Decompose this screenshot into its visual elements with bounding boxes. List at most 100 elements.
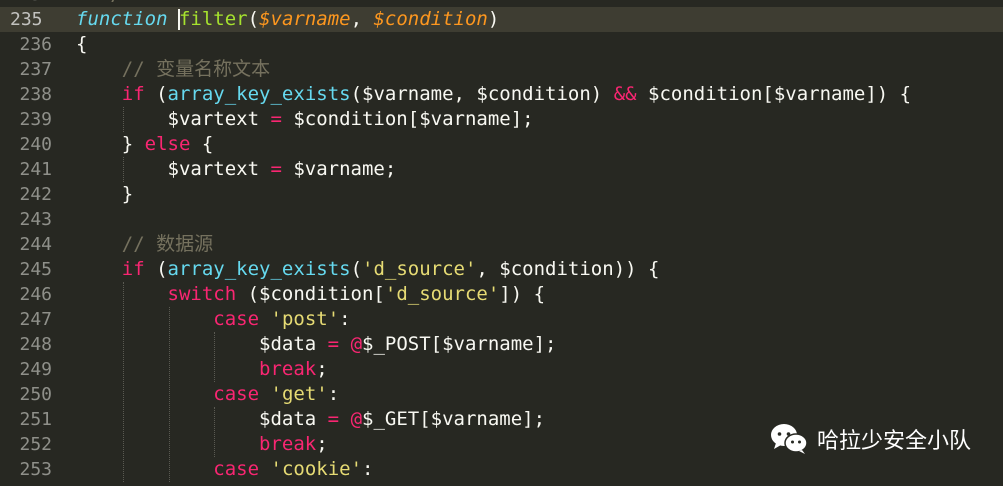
line-number: 239: [19, 109, 52, 130]
code-token: 'd_source': [362, 258, 477, 280]
code-token: &&: [613, 83, 637, 105]
line-number: 235: [0, 7, 58, 32]
code-line[interactable]: case 'cookie':: [76, 457, 373, 482]
line-number: 245: [19, 259, 52, 280]
code-token: case: [213, 458, 260, 480]
line-number: 252: [19, 434, 52, 455]
code-token: $condition[$varname];: [281, 108, 534, 130]
code-token: 'get': [270, 383, 328, 405]
line-number: 248: [19, 334, 52, 355]
code-token: // 变量名称文本: [76, 58, 271, 80]
code-token: $data: [76, 333, 328, 355]
code-token: ,: [350, 8, 374, 30]
code-line[interactable]: case 'get':: [76, 382, 339, 407]
code-line[interactable]: function filter($varname, $condition): [76, 7, 499, 32]
code-line[interactable]: if (array_key_exists('d_source', $condit…: [76, 257, 660, 282]
code-line[interactable]: switch ($condition['d_source']) {: [76, 282, 546, 307]
code-token: @: [350, 408, 363, 430]
code-token: $_POST[$varname];: [362, 333, 557, 355]
line-number: 247: [19, 309, 52, 330]
code-token: function: [76, 8, 168, 30]
code-token: (: [350, 258, 363, 280]
code-token: =: [270, 108, 282, 130]
code-line[interactable]: } else {: [76, 132, 214, 157]
code-line[interactable]: break;: [76, 432, 328, 457]
code-token: $condition: [373, 8, 488, 30]
code-token: }: [76, 183, 134, 205]
code-token: $vartext: [76, 158, 271, 180]
code-token: $condition[$varname]) {: [636, 83, 912, 105]
code-token: :: [362, 458, 374, 480]
indent-guide: [122, 282, 124, 482]
line-number: 244: [19, 234, 52, 255]
code-token: */: [76, 0, 122, 5]
code-line[interactable]: $vartext = $varname;: [76, 157, 397, 182]
code-token: :: [339, 308, 351, 330]
line-number: 238: [19, 84, 52, 105]
code-editor[interactable]: 234235236 237 238 239 240 241 242 243 244 245 246 2…: [0, 0, 1003, 486]
code-token: {: [190, 133, 214, 155]
code-token: , $condition)) {: [476, 258, 660, 280]
code-token: =: [270, 158, 282, 180]
indent-guide: [214, 407, 216, 457]
text-cursor: [178, 9, 181, 30]
code-token: case: [213, 383, 260, 405]
code-area[interactable]: */function filter($varname, $condition){…: [76, 0, 1003, 486]
code-token: ;: [316, 358, 328, 380]
code-token: 'd_source': [384, 283, 500, 305]
code-token: :: [327, 383, 340, 405]
code-token: array_key_exists: [167, 83, 351, 105]
code-line[interactable]: // 数据源: [76, 232, 213, 257]
line-number: 243: [19, 209, 52, 230]
line-number: 236: [19, 34, 52, 55]
code-token: $varname: [259, 8, 351, 30]
code-line[interactable]: $vartext = $condition[$varname];: [76, 107, 534, 132]
code-token: break: [259, 358, 317, 380]
code-line[interactable]: {: [76, 32, 87, 57]
code-token: switch: [167, 283, 237, 305]
code-token: break: [259, 433, 317, 455]
code-token: ($condition[: [236, 283, 385, 305]
code-token: (: [144, 258, 168, 280]
code-token: }: [76, 133, 145, 155]
code-line[interactable]: case 'post':: [76, 307, 351, 332]
watermark-text: 哈拉少安全小队: [816, 429, 971, 454]
line-number: 250: [19, 384, 52, 405]
code-line[interactable]: $data = @$_GET[$varname];: [76, 407, 545, 432]
code-line[interactable]: // 变量名称文本: [76, 57, 270, 82]
code-token: $_GET[$varname];: [362, 408, 546, 430]
code-token: @: [350, 333, 363, 355]
code-line[interactable]: }: [76, 182, 133, 207]
code-token: ;: [316, 433, 328, 455]
code-line[interactable]: break;: [76, 357, 328, 382]
code-line[interactable]: $data = @$_POST[$varname];: [76, 332, 557, 357]
code-token: $varname;: [281, 158, 397, 180]
line-number: 253: [19, 459, 52, 480]
line-number: 242: [19, 184, 52, 205]
watermark: 哈拉少安全小队: [769, 422, 971, 456]
indent-guide: [168, 307, 170, 482]
code-token: else: [144, 133, 191, 155]
line-number: 251: [19, 409, 52, 430]
code-line[interactable]: if (array_key_exists($varname, $conditio…: [76, 82, 911, 107]
code-token: // 数据源: [76, 233, 214, 255]
code-token: (: [247, 8, 260, 30]
line-number: 237: [19, 59, 52, 80]
code-line[interactable]: */: [76, 0, 122, 7]
indent-guide: [122, 107, 124, 132]
indent-guide: [214, 332, 216, 382]
code-token: ($varname, $condition): [350, 83, 614, 105]
code-token: $data: [76, 408, 328, 430]
code-token: ]) {: [499, 283, 546, 305]
